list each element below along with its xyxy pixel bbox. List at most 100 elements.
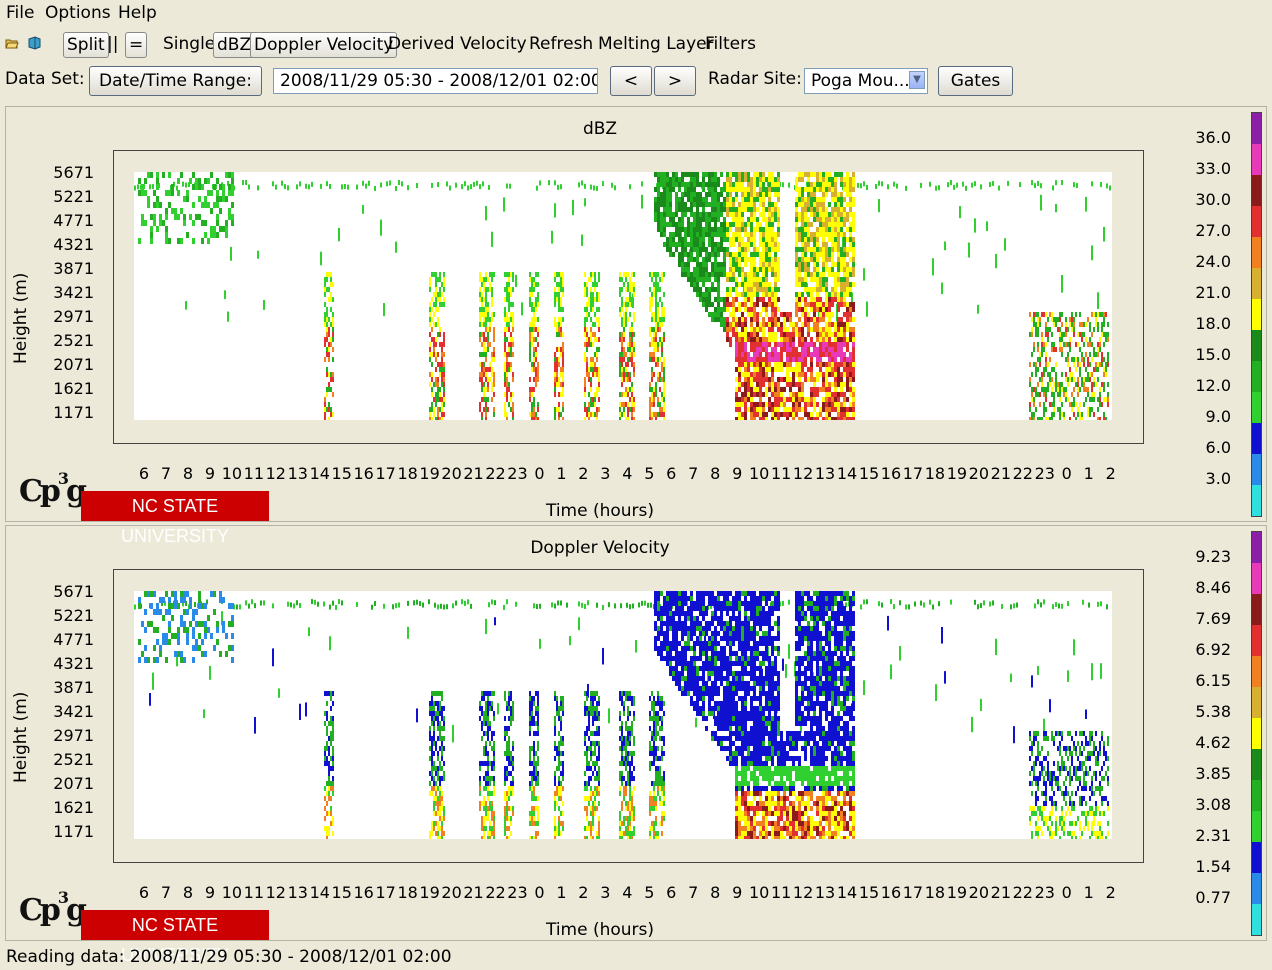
x-tick-label: 14 [835, 884, 859, 902]
x-tick-label: 11 [242, 884, 266, 902]
book-icon[interactable] [27, 36, 41, 50]
y-tick-label: 3871 [14, 679, 94, 697]
x-tick-label: 18 [923, 465, 947, 483]
y-tick-label: 2071 [14, 356, 94, 374]
radar-site-select[interactable]: Poga Mou... ▼ [804, 68, 928, 94]
menu-options[interactable]: Options [45, 3, 111, 23]
y-tick-label: 4321 [14, 655, 94, 673]
x-tick-label: 9 [198, 465, 222, 483]
open-folder-icon[interactable] [5, 36, 19, 50]
colorbar-label: 3.85 [1176, 765, 1231, 783]
y-tick-label: 1171 [14, 404, 94, 422]
x-tick-label: 23 [1033, 465, 1057, 483]
x-tick-label: 14 [308, 465, 332, 483]
x-tick-label: 2 [571, 884, 595, 902]
chevron-down-icon[interactable]: ▼ [909, 71, 925, 89]
colorbar-label: 5.38 [1176, 703, 1231, 721]
dbz-panel-title: dBZ [500, 119, 700, 139]
dbz-colorbar [1251, 112, 1262, 517]
filters-button[interactable]: Filters [705, 32, 756, 58]
menu-file[interactable]: File [6, 3, 34, 23]
x-tick-label: 13 [286, 884, 310, 902]
x-tick-label: 7 [154, 884, 178, 902]
x-tick-label: 0 [527, 884, 551, 902]
y-tick-label: 5671 [14, 583, 94, 601]
gates-button[interactable]: Gates [938, 66, 1013, 96]
menu-help[interactable]: Help [118, 3, 157, 23]
previous-button[interactable]: < [610, 66, 652, 96]
x-tick-label: 6 [659, 465, 683, 483]
next-button[interactable]: > [654, 66, 696, 96]
derived-velocity-button[interactable]: Derived Velocity [388, 32, 527, 58]
status-bar: Reading data: 2008/11/29 05:30 - 2008/12… [6, 947, 452, 967]
doppler-velocity-button[interactable]: Doppler Velocity [250, 32, 397, 58]
dbz-radar-image [134, 172, 1112, 420]
single-button[interactable]: Single [163, 32, 215, 58]
colorbar-label: 24.0 [1176, 253, 1231, 271]
colorbar-swatch [1252, 873, 1261, 904]
x-tick-label: 6 [659, 884, 683, 902]
colorbar-swatch [1252, 563, 1261, 594]
split-button[interactable]: Split [63, 32, 109, 58]
x-tick-label: 10 [220, 884, 244, 902]
colorbar-label: 6.0 [1176, 439, 1231, 457]
doppler-x-axis-label: Time (hours) [500, 920, 700, 940]
x-tick-label: 9 [725, 884, 749, 902]
colorbar-label: 6.15 [1176, 672, 1231, 690]
colorbar-swatch [1252, 237, 1261, 268]
x-tick-label: 7 [681, 884, 705, 902]
x-tick-label: 18 [396, 465, 420, 483]
x-tick-label: 13 [813, 884, 837, 902]
x-tick-label: 2 [1099, 884, 1123, 902]
refresh-button[interactable]: Refresh [529, 32, 593, 58]
x-tick-label: 10 [747, 884, 771, 902]
parallel-button[interactable]: || [107, 32, 118, 58]
date-time-range-field[interactable]: 2008/11/29 05:30 - 2008/12/01 02:00 [273, 68, 598, 94]
x-tick-label: 0 [1055, 884, 1079, 902]
date-time-range-button[interactable]: Date/Time Range: [89, 66, 262, 96]
x-tick-label: 3 [593, 465, 617, 483]
colorbar-label: 3.08 [1176, 796, 1231, 814]
melting-layer-button[interactable]: Melting Layer [598, 32, 714, 58]
x-tick-label: 21 [989, 465, 1013, 483]
y-tick-label: 5221 [14, 188, 94, 206]
x-tick-label: 1 [549, 884, 573, 902]
x-tick-label: 2 [571, 465, 595, 483]
colorbar-swatch [1252, 485, 1261, 516]
x-tick-label: 5 [637, 884, 661, 902]
x-tick-label: 22 [1011, 884, 1035, 902]
y-tick-label: 3871 [14, 260, 94, 278]
colorbar-label: 9.23 [1176, 548, 1231, 566]
x-tick-label: 22 [484, 884, 508, 902]
colorbar-swatch [1252, 144, 1261, 175]
y-tick-label: 2971 [14, 308, 94, 326]
colorbar-swatch [1252, 532, 1261, 563]
toolbar: Split || = Single dBZ Doppler Velocity D… [0, 30, 1272, 60]
colorbar-swatch [1252, 625, 1261, 656]
colorbar-label: 4.62 [1176, 734, 1231, 752]
x-tick-label: 2 [1099, 465, 1123, 483]
y-tick-label: 4321 [14, 236, 94, 254]
colorbar-swatch [1252, 423, 1261, 454]
x-tick-label: 19 [418, 465, 442, 483]
x-tick-label: 6 [132, 465, 156, 483]
doppler-plot-area [134, 591, 1112, 839]
dbz-button[interactable]: dBZ [213, 32, 255, 58]
radar-site-label: Radar Site: [708, 67, 802, 93]
x-tick-label: 1 [1077, 884, 1101, 902]
colorbar-label: 27.0 [1176, 222, 1231, 240]
x-tick-label: 13 [813, 465, 837, 483]
colorbar-swatch [1252, 811, 1261, 842]
x-tick-label: 19 [418, 884, 442, 902]
x-tick-label: 10 [747, 465, 771, 483]
equal-button[interactable]: = [125, 32, 147, 58]
colorbar-swatch [1252, 299, 1261, 330]
x-tick-label: 11 [242, 465, 266, 483]
x-tick-label: 7 [681, 465, 705, 483]
x-tick-label: 19 [945, 884, 969, 902]
doppler-panel-title: Doppler Velocity [500, 538, 700, 558]
colorbar-swatch [1252, 454, 1261, 485]
x-tick-label: 9 [725, 465, 749, 483]
x-tick-label: 15 [857, 884, 881, 902]
y-tick-label: 5221 [14, 607, 94, 625]
